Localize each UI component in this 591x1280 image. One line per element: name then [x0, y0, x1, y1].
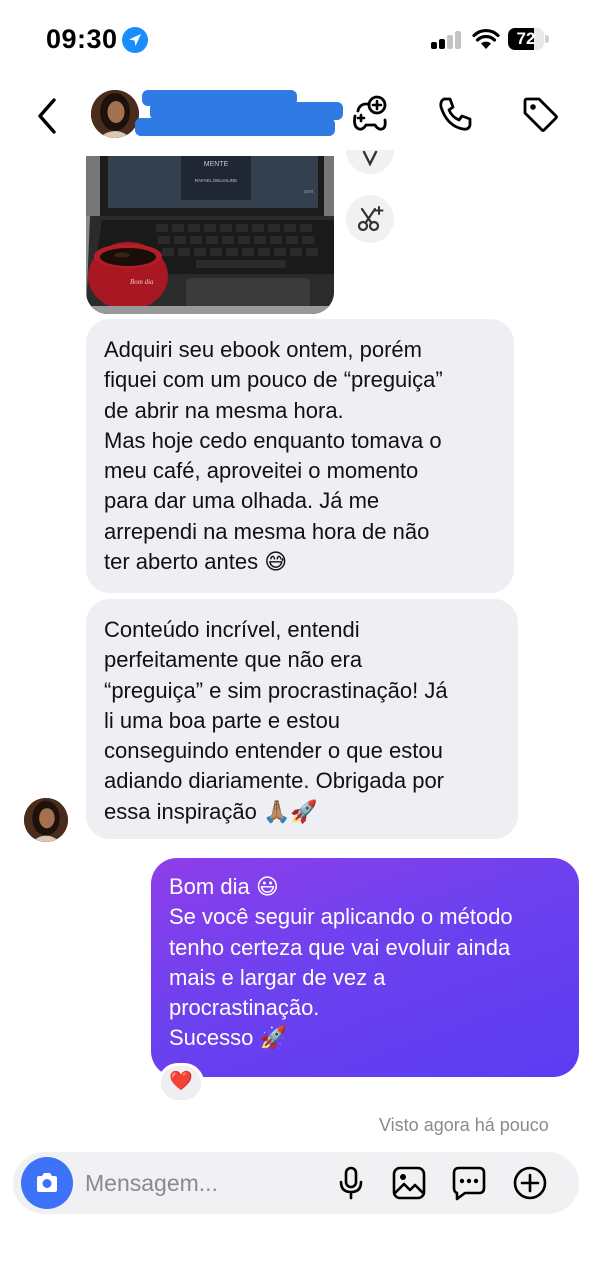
location-arrow-icon: [122, 27, 148, 53]
incoming-message[interactable]: Conteúdo incrível, entendi perfeitamente…: [86, 599, 518, 839]
message-text: adiando diariamente. Obrigada por: [104, 768, 445, 794]
message-text: li uma boa parte e estou: [104, 707, 341, 733]
share-icon: [362, 150, 378, 167]
message-text: de abrir na mesma hora.: [104, 397, 344, 423]
avatar[interactable]: [91, 90, 139, 138]
seen-status: Visto agora há pouco: [379, 1115, 549, 1135]
gallery-icon[interactable]: [391, 1165, 427, 1201]
scissors-sparkle-button[interactable]: [346, 195, 394, 243]
svg-text:MENTE: MENTE: [204, 161, 229, 168]
svg-text:Bom dia: Bom dia: [130, 278, 154, 286]
chat-header: [0, 80, 591, 156]
svg-text:acer: acer: [304, 189, 314, 195]
message-text: meu café, aproveitei o momento: [104, 458, 419, 484]
message-text: procrastinação.: [169, 995, 320, 1021]
message-text: mais e largar de vez a: [169, 964, 386, 990]
message-text: ter aberto antes 😅: [104, 549, 288, 575]
message-composer: [13, 1152, 579, 1214]
message-text: Adquiri seu ebook ontem, porém: [104, 337, 422, 362]
status-time: 09:30: [46, 24, 118, 54]
message-text: Conteúdo incrível, entendi: [104, 617, 360, 642]
shared-photo[interactable]: MENTE RAFAEL DELVALINE acer Bom dia: [86, 156, 334, 314]
heart-reaction[interactable]: ❤️: [158, 1063, 204, 1103]
sticker-chat-icon[interactable]: [451, 1165, 487, 1201]
message-text: conseguindo entender o que estou: [104, 738, 443, 764]
message-text: essa inspiração 🙏🏽🚀: [104, 798, 318, 824]
camera-icon: [37, 1173, 57, 1192]
sender-avatar[interactable]: [24, 798, 68, 842]
back-icon[interactable]: [30, 96, 66, 136]
message-text: “preguiça” e sim procrastinação! Já: [104, 677, 448, 703]
message-text: Sucesso 🚀: [169, 1025, 287, 1051]
message-text: perfeitamente que não era: [104, 647, 363, 673]
camera-button[interactable]: [21, 1157, 73, 1209]
wifi-icon: [472, 28, 500, 49]
incoming-message[interactable]: Adquiri seu ebook ontem, porém fiquei co…: [86, 319, 514, 593]
message-text: arrependi na mesma hora de não: [104, 518, 430, 544]
status-bar: 09:30 72: [0, 0, 591, 80]
phone-icon[interactable]: [435, 94, 475, 134]
outgoing-message[interactable]: Bom dia 😃 Se você seguir aplicando o mét…: [151, 858, 579, 1077]
contact-name-redaction: [135, 118, 335, 136]
battery-indicator: 72: [508, 28, 550, 50]
microphone-icon[interactable]: [333, 1165, 369, 1201]
battery-percentage: 72: [516, 29, 536, 48]
plus-icon[interactable]: [512, 1165, 548, 1201]
message-text: fiquei com um pouco de “preguiça”: [104, 367, 443, 393]
tag-icon[interactable]: [520, 94, 560, 134]
message-text: Mas hoje cedo enquanto tomava o: [104, 427, 442, 453]
share-button[interactable]: [346, 150, 394, 174]
cellular-signal-icon: [431, 31, 463, 49]
message-text: tenho certeza que vai evoluir ainda: [169, 934, 511, 960]
message-text: Se você seguir aplicando o método: [169, 904, 513, 930]
message-text: para dar uma olhada. Já me: [104, 488, 380, 514]
message-input[interactable]: [85, 1164, 325, 1202]
scissors-sparkle-icon: [357, 206, 384, 232]
svg-text:RAFAEL DELVALINE: RAFAEL DELVALINE: [195, 178, 237, 183]
message-text: Bom dia 😃: [169, 874, 279, 899]
game-controller-plus-icon[interactable]: [350, 94, 390, 134]
